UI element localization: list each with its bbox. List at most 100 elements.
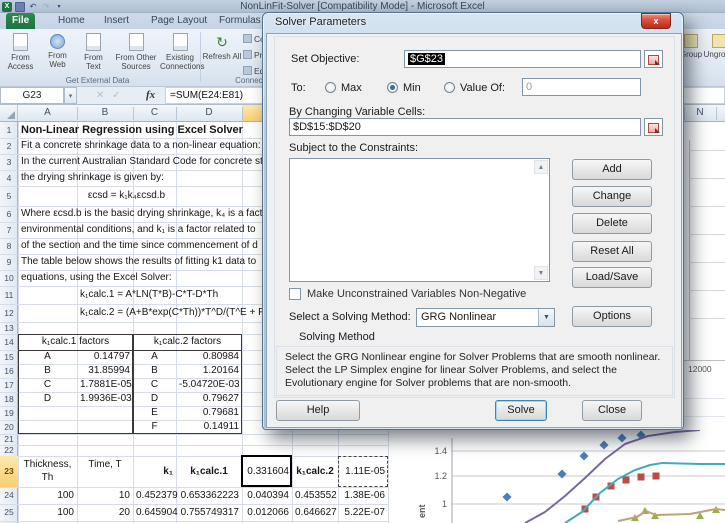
- radio-min-label[interactable]: Min: [403, 82, 421, 94]
- refresh-all-button[interactable]: ↻ Refresh All: [202, 32, 242, 76]
- reset-all-button[interactable]: Reset All: [572, 241, 652, 262]
- cell[interactable]: 0.040394: [243, 487, 289, 504]
- row-header[interactable]: 5: [0, 186, 18, 206]
- cell[interactable]: 0.453552: [293, 487, 335, 504]
- help-button[interactable]: Help: [276, 400, 360, 421]
- insert-function-icon[interactable]: fx: [146, 87, 155, 104]
- row-header[interactable]: 13: [0, 322, 18, 334]
- radio-max[interactable]: [325, 82, 336, 93]
- dialog-close-button[interactable]: x: [641, 13, 671, 29]
- col-header-E-highlighted-sliver[interactable]: [242, 105, 262, 121]
- col-header-N[interactable]: N: [684, 105, 716, 121]
- from-web-button[interactable]: From Web: [40, 32, 75, 76]
- dialog-close-action-button[interactable]: Close: [582, 400, 642, 421]
- from-other-sources-button[interactable]: From Other Sources: [112, 32, 160, 76]
- cell[interactable]: Time, T: [78, 456, 130, 485]
- cell[interactable]: of the section and the time since commen…: [19, 238, 258, 254]
- objective-range-picker-icon[interactable]: [644, 50, 663, 68]
- row-header[interactable]: 16: [0, 364, 18, 378]
- row-header[interactable]: 20: [0, 420, 18, 434]
- radio-max-label[interactable]: Max: [341, 82, 362, 94]
- col-header-A[interactable]: A: [18, 105, 77, 121]
- cell[interactable]: 100: [19, 504, 74, 521]
- name-box[interactable]: G23: [0, 87, 64, 104]
- cell[interactable]: εcsd = k₁k₄εcsd.b: [78, 186, 173, 206]
- col-header-B[interactable]: B: [77, 105, 133, 121]
- tab-insert[interactable]: Insert: [98, 13, 135, 29]
- cell[interactable]: 10: [78, 487, 130, 504]
- cell[interactable]: equations, using the Excel Solver:: [19, 270, 172, 286]
- name-box-dropdown-icon[interactable]: ▾: [64, 87, 77, 104]
- row-header[interactable]: 6: [0, 206, 18, 222]
- row-header[interactable]: 7: [0, 222, 18, 238]
- cell[interactable]: Non-Linear Regression using Excel Solver: [19, 122, 243, 138]
- objective-input[interactable]: $G$23: [404, 50, 641, 68]
- cell[interactable]: 0.452379: [134, 487, 173, 504]
- cell[interactable]: k₁calc.1 = A*LN(T*B)-C*T-D*Th: [78, 286, 218, 304]
- from-access-button[interactable]: From Access: [2, 32, 39, 76]
- row-header[interactable]: 25: [0, 504, 18, 521]
- row-header[interactable]: 12: [0, 304, 18, 322]
- select-all-corner[interactable]: [0, 105, 18, 121]
- tab-file[interactable]: File: [6, 13, 35, 29]
- cell[interactable]: In the current Australian Standard Code …: [19, 154, 263, 170]
- row-header[interactable]: 21: [0, 434, 18, 445]
- radio-value-of-label[interactable]: Value Of:: [460, 82, 505, 94]
- non-negative-checkbox[interactable]: [289, 288, 301, 300]
- ungroup-button[interactable]: Ungroup: [702, 32, 725, 59]
- row-header[interactable]: 1: [0, 122, 18, 138]
- cell[interactable]: k₁calc.2 = (A+B*exp(C*Th))*T^D/(T^E + F …: [78, 304, 271, 322]
- row-header[interactable]: 23: [0, 456, 18, 487]
- solve-button[interactable]: Solve: [495, 400, 547, 421]
- col-header-D[interactable]: D: [176, 105, 242, 121]
- chevron-down-icon[interactable]: ▼: [538, 309, 554, 326]
- row-header[interactable]: 24: [0, 487, 18, 504]
- radio-min[interactable]: [387, 82, 398, 93]
- changing-cells-range-picker-icon[interactable]: [644, 118, 663, 136]
- cell[interactable]: 0.646627: [293, 504, 335, 521]
- row-header[interactable]: 15: [0, 350, 18, 364]
- tab-home[interactable]: Home: [52, 13, 91, 29]
- options-button[interactable]: Options: [572, 306, 652, 327]
- constraints-listbox[interactable]: ▲ ▼: [289, 158, 550, 282]
- row-header[interactable]: 4: [0, 170, 18, 186]
- cell[interactable]: Fit a concrete shrinkage data to a non-l…: [19, 138, 261, 154]
- solving-method-dropdown[interactable]: GRG Nonlinear ▼: [416, 308, 555, 327]
- cell[interactable]: 0.755749317: [177, 504, 239, 521]
- scroll-down-icon[interactable]: ▼: [534, 266, 548, 280]
- cell[interactable]: k₁calc.2: [293, 456, 335, 487]
- row-header[interactable]: 17: [0, 378, 18, 392]
- cell[interactable]: 5.22E-07: [339, 504, 385, 521]
- cell[interactable]: 0.012066: [243, 504, 289, 521]
- row-header[interactable]: 10: [0, 270, 18, 286]
- non-negative-checkbox-label[interactable]: Make Unconstrained Variables Non-Negativ…: [307, 288, 526, 300]
- cell[interactable]: 1.38E-06: [339, 487, 385, 504]
- row-header[interactable]: 8: [0, 238, 18, 254]
- row-header[interactable]: 22: [0, 445, 18, 456]
- scroll-up-icon[interactable]: ▲: [534, 160, 548, 174]
- from-text-button[interactable]: From Text: [76, 32, 111, 76]
- delete-button[interactable]: Delete: [572, 213, 652, 234]
- row-header[interactable]: 11: [0, 286, 18, 304]
- row-header[interactable]: 18: [0, 392, 18, 406]
- cell[interactable]: 0.645904: [134, 504, 173, 521]
- existing-connections-button[interactable]: Existing Connections: [160, 32, 200, 76]
- cell[interactable]: 20: [78, 504, 130, 521]
- cell[interactable]: the drying shrinkage is given by:: [19, 170, 164, 186]
- changing-cells-input[interactable]: $D$15:$D$20: [289, 118, 641, 136]
- col-header-C[interactable]: C: [133, 105, 176, 121]
- row-header[interactable]: 3: [0, 154, 18, 170]
- add-button[interactable]: Add: [572, 159, 652, 180]
- cell[interactable]: Thickness, Th: [19, 456, 74, 485]
- cell[interactable]: environmental conditions, and k₁ is a fa…: [19, 222, 256, 238]
- load-save-button[interactable]: Load/Save: [572, 267, 652, 288]
- tab-formulas[interactable]: Formulas: [213, 13, 267, 29]
- change-button[interactable]: Change: [572, 186, 652, 207]
- row-header[interactable]: 14: [0, 334, 18, 350]
- cell[interactable]: 100: [19, 487, 74, 504]
- row-header[interactable]: 9: [0, 254, 18, 270]
- cell[interactable]: The table below shows the results of fit…: [19, 254, 256, 270]
- cell[interactable]: Where εcsd.b is the basic drying shrinka…: [19, 206, 271, 222]
- row-header[interactable]: 2: [0, 138, 18, 154]
- tab-page-layout[interactable]: Page Layout: [145, 13, 213, 29]
